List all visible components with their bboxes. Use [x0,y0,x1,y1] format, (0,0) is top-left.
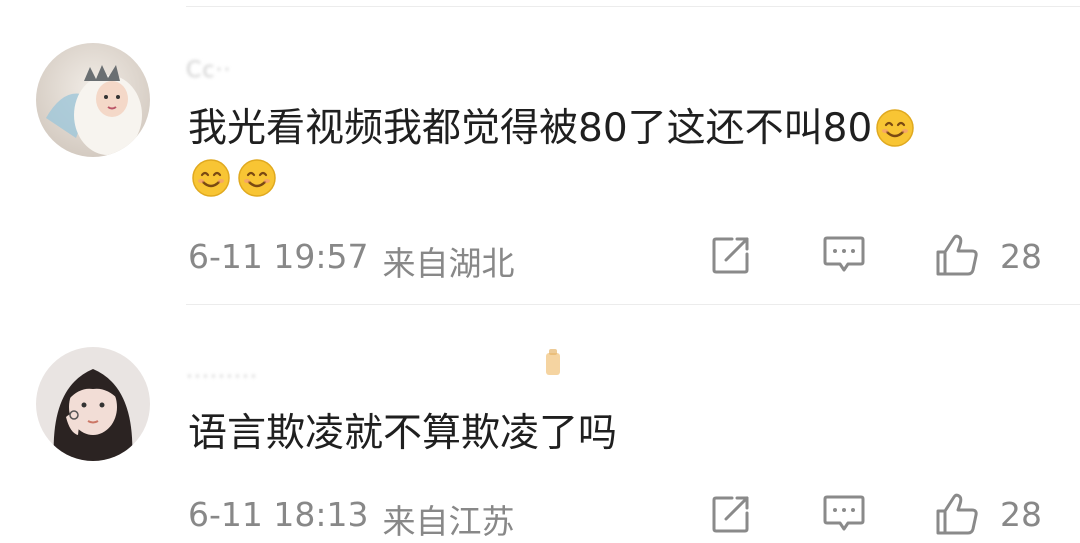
share-button[interactable] [708,491,754,537]
like-button[interactable] [934,232,980,278]
comment-time: 6-11 18:13 [188,495,369,534]
thumbs-up-icon [936,493,978,535]
comment-icon [823,236,865,272]
comment-text: 我光看视频我都觉得被80了这还不叫80 [188,104,1048,204]
comment-location: 来自江苏 [382,502,515,541]
comment-meta: 6-11 18:13 来自江苏 [188,495,515,543]
share-icon [712,496,749,533]
comment-item: ········· 语言欺凌就不算欺凌了吗 6-11 18:13 来自江苏 28 [0,305,1080,541]
username[interactable]: ········· [186,365,258,390]
reply-button[interactable] [821,232,867,278]
like-button[interactable] [934,491,980,537]
comment-icon [823,495,865,531]
comment-location: 来自湖北 [382,244,515,283]
like-count: 28 [1000,495,1042,534]
smile-emoji-icon [237,158,277,198]
thumbs-up-icon [936,234,978,276]
smile-emoji-icon [875,108,915,148]
comment-time: 6-11 19:57 [188,237,369,276]
avatar[interactable] [36,43,150,157]
reply-button[interactable] [821,491,867,537]
share-button[interactable] [708,232,754,278]
comment-meta: 6-11 19:57 来自湖北 [188,237,515,285]
like-count: 28 [1000,237,1042,276]
smile-emoji-icon [191,158,231,198]
comment-item: Cc·· 我光看视频我都觉得被80了这还不叫80 6-11 19:57 来自湖北… [0,0,1080,305]
comment-text-content: 我光看视频我都觉得被80了这还不叫80 [188,106,873,151]
avatar[interactable] [36,347,150,461]
badge-icon [540,347,566,381]
username[interactable]: Cc·· [186,58,231,83]
share-icon [712,237,749,274]
comment-text: 语言欺凌就不算欺凌了吗 [188,411,618,456]
